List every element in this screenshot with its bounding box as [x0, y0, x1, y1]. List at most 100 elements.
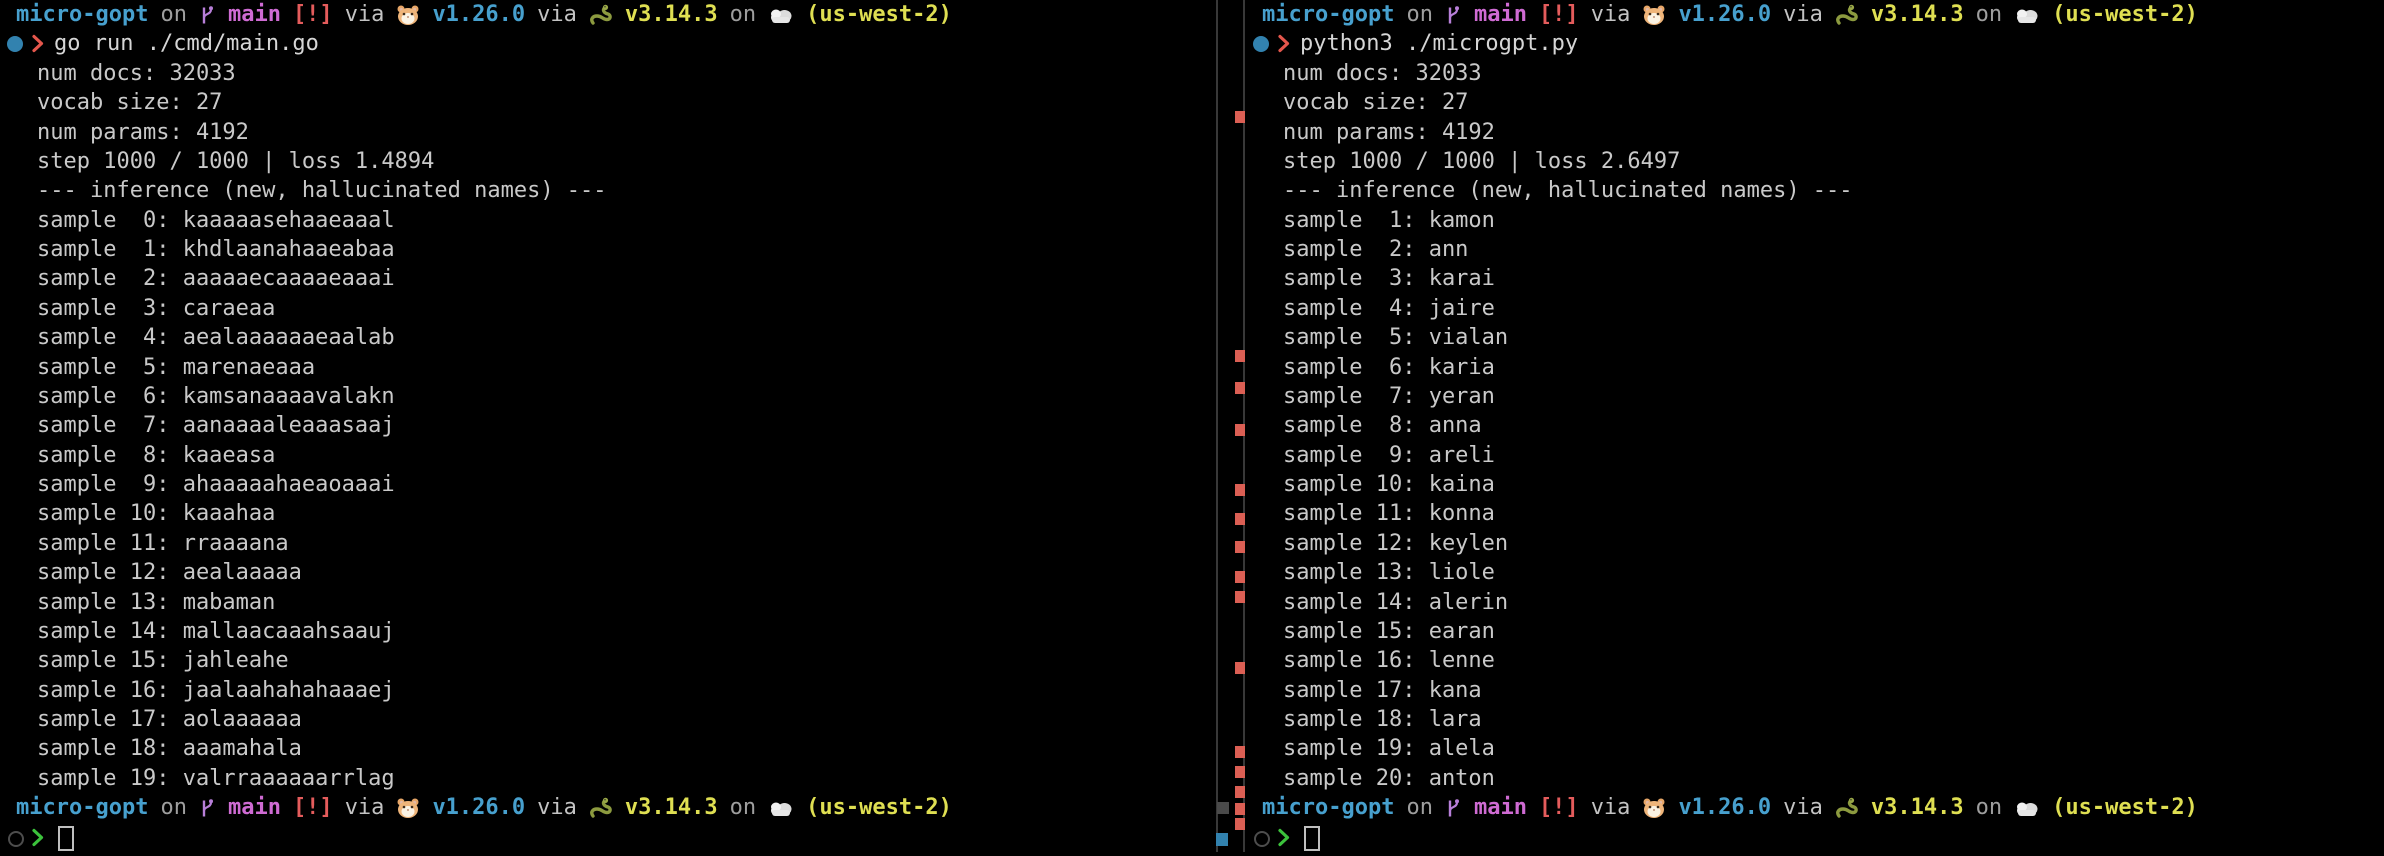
output-line: sample 11: rraaaana: [0, 529, 1214, 558]
output-line: sample 8: anna: [1246, 411, 2384, 440]
divider-red-mark: [1235, 350, 1245, 362]
cloud-icon: [2014, 798, 2040, 818]
output-line: sample 9: ahaaaaahaeaoaaai: [0, 470, 1214, 499]
snake-icon: [1835, 4, 1859, 26]
command-line: go run ./cmd/main.go: [0, 29, 1214, 58]
output-line: sample 18: lara: [1246, 705, 2384, 734]
output-line: sample 4: jaire: [1246, 294, 2384, 323]
prompt-segment: (us-west-2): [806, 0, 952, 29]
scrollbar-mark: [1216, 833, 1228, 846]
prompt-segment: micro-gopt: [16, 793, 148, 822]
prompt-line: micro-goptonmain[!]viav1.26.0viav3.14.3o…: [0, 793, 1214, 822]
output-line: sample 3: caraeaa: [0, 294, 1214, 323]
output-line: sample 15: earan: [1246, 617, 2384, 646]
output-line: sample 13: mabaman: [0, 588, 1214, 617]
divider-red-mark: [1235, 662, 1245, 674]
hamster-icon: [1642, 797, 1666, 819]
output-line: sample 1: kamon: [1246, 206, 2384, 235]
prompt-segment: via: [345, 793, 385, 822]
divider-red-mark: [1235, 571, 1245, 583]
divider-red-mark: [1235, 818, 1245, 830]
prompt-line: micro-goptonmain[!]viav1.26.0viav3.14.3o…: [1246, 0, 2384, 29]
output-line: sample 19: valrraaaaaarrlag: [0, 764, 1214, 793]
hamster-icon: [396, 797, 420, 819]
scrollbar-thumb[interactable]: [1217, 802, 1229, 814]
output-line: sample 7: yeran: [1246, 382, 2384, 411]
output-line: --- inference (new, hallucinated names) …: [1246, 176, 2384, 205]
output-line: sample 10: kaina: [1246, 470, 2384, 499]
output-line: sample 2: ann: [1246, 235, 2384, 264]
divider-red-mark: [1235, 786, 1245, 798]
right-terminal-pane[interactable]: micro-goptonmain[!]viav1.26.0viav3.14.3o…: [1246, 0, 2384, 852]
prompt-segment: via: [1591, 793, 1631, 822]
block-cursor[interactable]: [58, 826, 74, 851]
output-line: sample 15: jahleahe: [0, 646, 1214, 675]
output-line: --- inference (new, hallucinated names) …: [0, 176, 1214, 205]
prompt-segment: v3.14.3: [1871, 793, 1964, 822]
pane-divider-line: [1216, 0, 1218, 852]
prompt-segment: v3.14.3: [625, 793, 718, 822]
prompt-segment: main: [1474, 0, 1527, 29]
cloud-icon: [768, 798, 794, 818]
output-line: step 1000 / 1000 | loss 1.4894: [0, 147, 1214, 176]
prompt-segment: v3.14.3: [1871, 0, 1964, 29]
left-terminal-pane[interactable]: micro-gopt on main [!] via v1.26.0 via v3.14.3 o…: [0, 0, 1214, 852]
prompt-segment: (us-west-2): [2052, 793, 2198, 822]
input-chevron-icon: [1277, 827, 1290, 856]
input-line[interactable]: [1246, 823, 2384, 852]
output-line: sample 18: aaamahala: [0, 734, 1214, 763]
cloud-icon: [768, 5, 794, 25]
prompt-line: micro-goptonmain[!]viav1.26.0viav3.14.3o…: [1246, 793, 2384, 822]
prompt-segment: v3.14.3: [625, 0, 718, 29]
output-line: num params: 4192: [1246, 118, 2384, 147]
prompt-segment: on: [160, 0, 187, 29]
snake-icon: [589, 4, 613, 26]
input-chevron-icon: [31, 827, 44, 856]
prompt-segment: on: [730, 0, 757, 29]
output-line: step 1000 / 1000 | loss 2.6497: [1246, 147, 2384, 176]
prompt-segment: via: [537, 0, 577, 29]
hamster-icon: [1642, 4, 1666, 26]
prompt-segment: micro-gopt: [1262, 0, 1394, 29]
prompt-segment: [!]: [293, 0, 333, 29]
command-text: go run ./cmd/main.go: [54, 31, 319, 56]
divider-red-mark: [1235, 424, 1245, 436]
prompt-segment: [!]: [293, 793, 333, 822]
prompt-segment: main: [228, 793, 281, 822]
git-branch-icon: [1445, 4, 1462, 26]
prompt-segment: on: [160, 793, 187, 822]
output-line: sample 4: aealaaaaaaeaalab: [0, 323, 1214, 352]
prompt-segment: micro-gopt: [1262, 793, 1394, 822]
output-line: sample 14: mallaacaaahsaauj: [0, 617, 1214, 646]
prompt-segment: (us-west-2): [806, 793, 952, 822]
output-line: sample 6: kamsanaaaavalakn: [0, 382, 1214, 411]
output-line: num params: 4192: [0, 118, 1214, 147]
input-line[interactable]: [0, 823, 1214, 852]
prompt-segment: v1.26.0: [432, 0, 525, 29]
prompt-segment: [!]: [1539, 0, 1579, 29]
prompt-segment: [!]: [1539, 793, 1579, 822]
git-branch-icon: [199, 4, 216, 26]
output-line: sample 16: jaalaahahahaaaej: [0, 676, 1214, 705]
prompt-segment: via: [537, 793, 577, 822]
snake-icon: [589, 797, 613, 819]
output-line: vocab size: 27: [1246, 88, 2384, 117]
output-line: sample 17: kana: [1246, 676, 2384, 705]
output-line: sample 7: aanaaaaleaaasaaj: [0, 411, 1214, 440]
prompt-segment: micro-gopt: [16, 0, 148, 29]
divider-red-mark: [1235, 803, 1245, 815]
prompt-segment: on: [1406, 0, 1433, 29]
output-line: sample 17: aolaaaaaa: [0, 705, 1214, 734]
output-line: sample 8: kaaeasa: [0, 441, 1214, 470]
prompt-segment: on: [730, 793, 757, 822]
block-cursor[interactable]: [1304, 826, 1320, 851]
prompt-segment: v1.26.0: [1678, 0, 1771, 29]
output-line: sample 12: aealaaaaa: [0, 558, 1214, 587]
divider-red-mark: [1235, 766, 1245, 778]
cloud-icon: [2014, 5, 2040, 25]
output-line: sample 6: karia: [1246, 353, 2384, 382]
prompt-segment: main: [228, 0, 281, 29]
prompt-segment: on: [1976, 0, 2003, 29]
divider-red-mark: [1235, 111, 1245, 123]
git-branch-icon: [1445, 797, 1462, 819]
